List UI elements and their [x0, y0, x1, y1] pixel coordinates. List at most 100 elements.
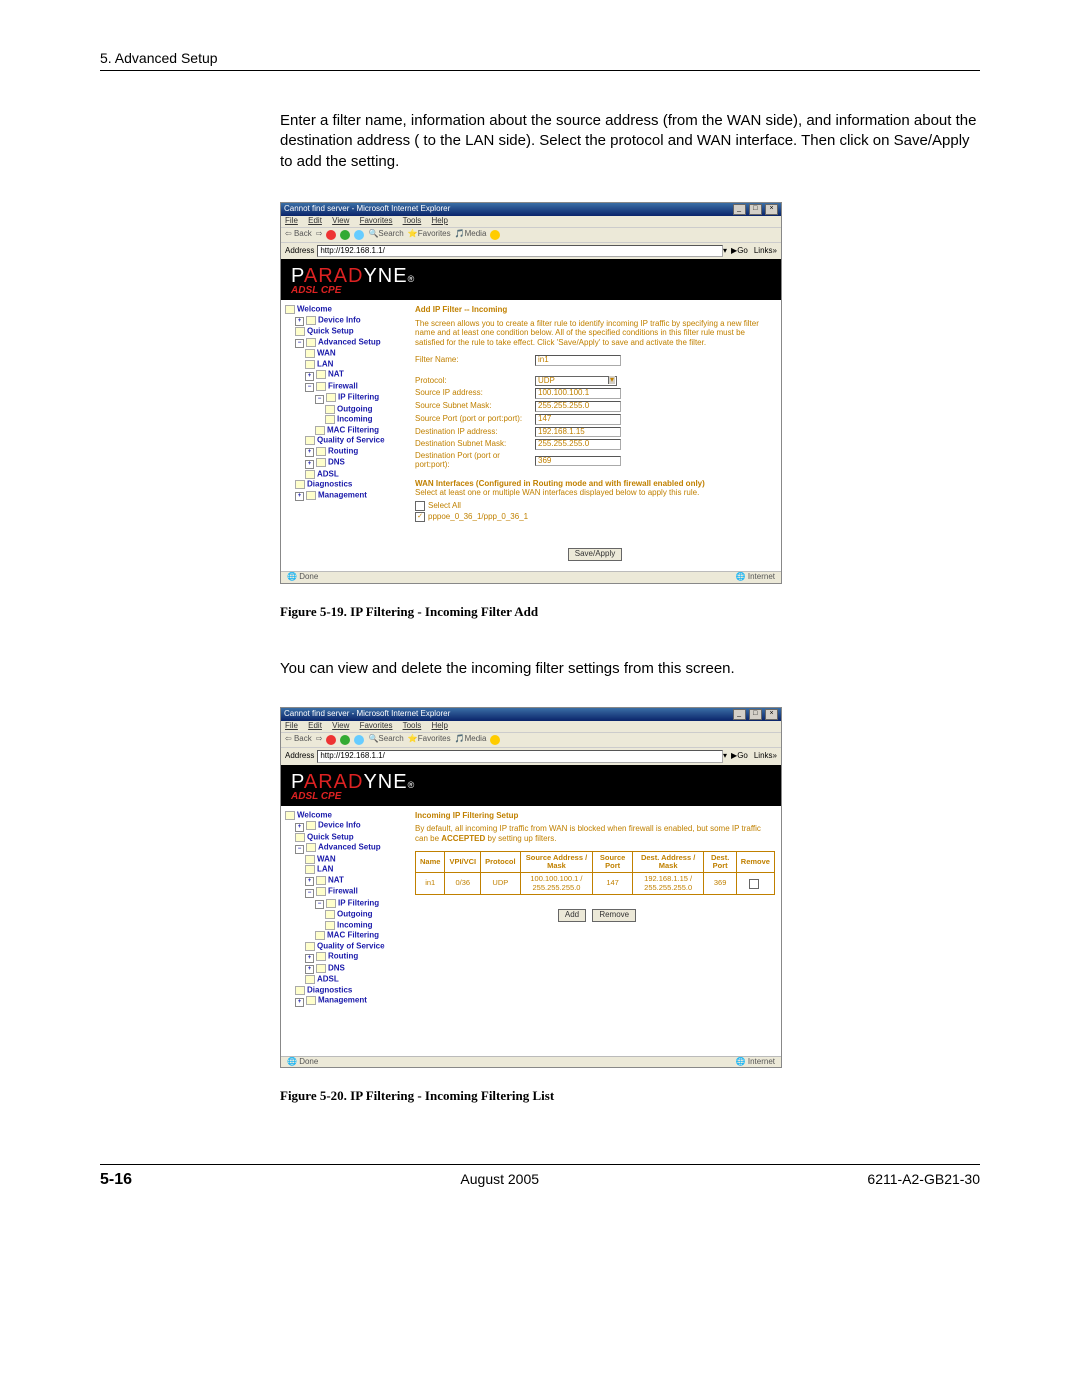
input-filter-name[interactable]: in1 [535, 355, 621, 366]
nav-ip-filtering[interactable]: −IP Filtering [315, 393, 405, 404]
collapse-icon[interactable]: − [305, 383, 314, 392]
checkbox-iface[interactable]: ✓ [415, 512, 425, 522]
input-src-port[interactable]: 147 [535, 414, 621, 425]
nav-quick-setup[interactable]: Quick Setup [295, 327, 405, 336]
expand-icon[interactable]: + [305, 965, 314, 974]
nav-dns[interactable]: +DNS [305, 458, 405, 469]
media-button[interactable]: 🎵Media [455, 735, 487, 744]
menu-file[interactable]: File [285, 721, 298, 730]
minimize-icon[interactable]: _ [733, 709, 746, 720]
menu-help[interactable]: Help [432, 721, 448, 730]
save-apply-button[interactable]: Save/Apply [568, 548, 622, 561]
nav-outgoing[interactable]: Outgoing [325, 910, 405, 919]
links-label[interactable]: Links [754, 247, 773, 256]
links-chevron-icon[interactable]: » [773, 247, 777, 256]
nav-routing[interactable]: +Routing [305, 447, 405, 458]
fwd-button[interactable]: ⇨ [316, 735, 323, 744]
nav-firewall[interactable]: −Firewall [305, 887, 405, 898]
expand-icon[interactable]: + [295, 317, 304, 326]
expand-icon[interactable]: + [305, 448, 314, 457]
maximize-icon[interactable]: □ [749, 204, 762, 215]
history-icon[interactable] [490, 230, 500, 240]
nav-advanced-setup[interactable]: −Advanced Setup [295, 843, 405, 854]
nav-device-info[interactable]: +Device Info [295, 821, 405, 832]
menu-tools[interactable]: Tools [403, 216, 422, 225]
nav-mac-filtering[interactable]: MAC Filtering [315, 426, 405, 435]
nav-diagnostics[interactable]: Diagnostics [295, 480, 405, 489]
search-button[interactable]: 🔍Search [368, 230, 403, 239]
nav-device-info[interactable]: +Device Info [295, 316, 405, 327]
menu-view[interactable]: View [332, 721, 349, 730]
nav-incoming[interactable]: Incoming [325, 921, 405, 930]
nav-qos[interactable]: Quality of Service [305, 942, 405, 951]
nav-lan[interactable]: LAN [305, 865, 405, 874]
nav-ip-filtering[interactable]: −IP Filtering [315, 899, 405, 910]
history-icon[interactable] [490, 735, 500, 745]
nav-wan[interactable]: WAN [305, 855, 405, 864]
nav-lan[interactable]: LAN [305, 360, 405, 369]
menu-favorites[interactable]: Favorites [360, 721, 393, 730]
nav-wan[interactable]: WAN [305, 349, 405, 358]
input-dst-mask[interactable]: 255.255.255.0 [535, 439, 621, 450]
nav-mac-filtering[interactable]: MAC Filtering [315, 931, 405, 940]
menu-view[interactable]: View [332, 216, 349, 225]
checkbox-select-all[interactable] [415, 501, 425, 511]
close-icon[interactable]: × [765, 204, 778, 215]
address-input[interactable]: http://192.168.1.1/ [317, 245, 723, 258]
nav-adsl[interactable]: ADSL [305, 975, 405, 984]
select-protocol[interactable]: UDP [535, 376, 617, 387]
addr-dropdown-icon[interactable]: ▾ [723, 752, 727, 761]
address-input[interactable]: http://192.168.1.1/ [317, 750, 723, 763]
input-dst-ip[interactable]: 192.168.1.15 [535, 427, 621, 438]
fwd-button[interactable]: ⇨ [316, 230, 323, 239]
nav-qos[interactable]: Quality of Service [305, 436, 405, 445]
expand-icon[interactable]: + [305, 460, 314, 469]
collapse-icon[interactable]: − [295, 845, 304, 854]
menu-tools[interactable]: Tools [403, 721, 422, 730]
nav-welcome[interactable]: Welcome [285, 305, 405, 314]
nav-quick-setup[interactable]: Quick Setup [295, 833, 405, 842]
nav-nat[interactable]: +NAT [305, 370, 405, 381]
stop-icon[interactable] [326, 735, 336, 745]
nav-management[interactable]: +Management [295, 491, 405, 502]
nav-nat[interactable]: +NAT [305, 876, 405, 887]
go-button[interactable]: ▶Go [731, 247, 748, 256]
collapse-icon[interactable]: − [315, 900, 324, 909]
expand-icon[interactable]: + [305, 372, 314, 381]
input-dst-port[interactable]: 369 [535, 456, 621, 467]
add-button[interactable]: Add [558, 909, 586, 922]
home-icon[interactable] [354, 230, 364, 240]
back-button[interactable]: ⇦ Back [285, 735, 312, 744]
expand-icon[interactable]: + [305, 954, 314, 963]
nav-outgoing[interactable]: Outgoing [325, 405, 405, 414]
back-button[interactable]: ⇦ Back [285, 230, 312, 239]
collapse-icon[interactable]: − [315, 395, 324, 404]
favorites-button[interactable]: ⭐Favorites [408, 230, 451, 239]
maximize-icon[interactable]: □ [749, 709, 762, 720]
expand-icon[interactable]: + [295, 492, 304, 501]
home-icon[interactable] [354, 735, 364, 745]
nav-diagnostics[interactable]: Diagnostics [295, 986, 405, 995]
remove-button[interactable]: Remove [592, 909, 636, 922]
close-icon[interactable]: × [765, 709, 778, 720]
nav-routing[interactable]: +Routing [305, 952, 405, 963]
collapse-icon[interactable]: − [305, 889, 314, 898]
addr-dropdown-icon[interactable]: ▾ [723, 247, 727, 256]
expand-icon[interactable]: + [295, 998, 304, 1007]
minimize-icon[interactable]: _ [733, 204, 746, 215]
expand-icon[interactable]: + [305, 877, 314, 886]
links-chevron-icon[interactable]: » [773, 752, 777, 761]
stop-icon[interactable] [326, 230, 336, 240]
nav-dns[interactable]: +DNS [305, 964, 405, 975]
search-button[interactable]: 🔍Search [368, 735, 403, 744]
go-button[interactable]: ▶Go [731, 752, 748, 761]
nav-management[interactable]: +Management [295, 996, 405, 1007]
menu-file[interactable]: File [285, 216, 298, 225]
favorites-button[interactable]: ⭐Favorites [408, 735, 451, 744]
collapse-icon[interactable]: − [295, 339, 304, 348]
nav-advanced-setup[interactable]: −Advanced Setup [295, 338, 405, 349]
input-src-mask[interactable]: 255.255.255.0 [535, 401, 621, 412]
refresh-icon[interactable] [340, 230, 350, 240]
expand-icon[interactable]: + [295, 823, 304, 832]
menu-edit[interactable]: Edit [308, 216, 322, 225]
